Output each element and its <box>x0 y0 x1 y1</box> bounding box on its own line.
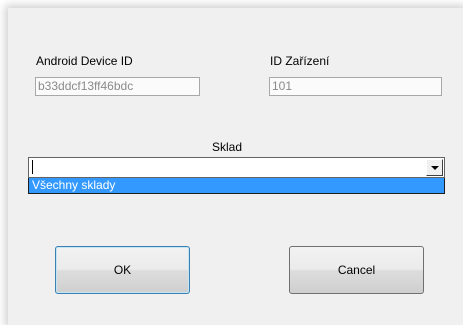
warehouse-label: Sklad <box>212 140 243 154</box>
android-device-id-field[interactable]: b33ddcf13ff46bdc <box>35 77 200 96</box>
warehouse-combobox[interactable] <box>28 157 445 178</box>
device-id-label: ID Zařízení <box>270 54 330 68</box>
warehouse-option-all[interactable]: Všechny sklady <box>29 178 444 193</box>
text-caret <box>32 160 33 174</box>
device-id-field[interactable]: 101 <box>269 77 442 96</box>
dropdown-button[interactable] <box>426 159 443 176</box>
chevron-down-icon <box>431 166 439 170</box>
android-device-id-label: Android Device ID <box>36 54 133 68</box>
cancel-button[interactable]: Cancel <box>289 246 424 294</box>
warehouse-dropdown-list: Všechny sklady <box>28 178 445 194</box>
ok-button[interactable]: OK <box>55 246 190 294</box>
